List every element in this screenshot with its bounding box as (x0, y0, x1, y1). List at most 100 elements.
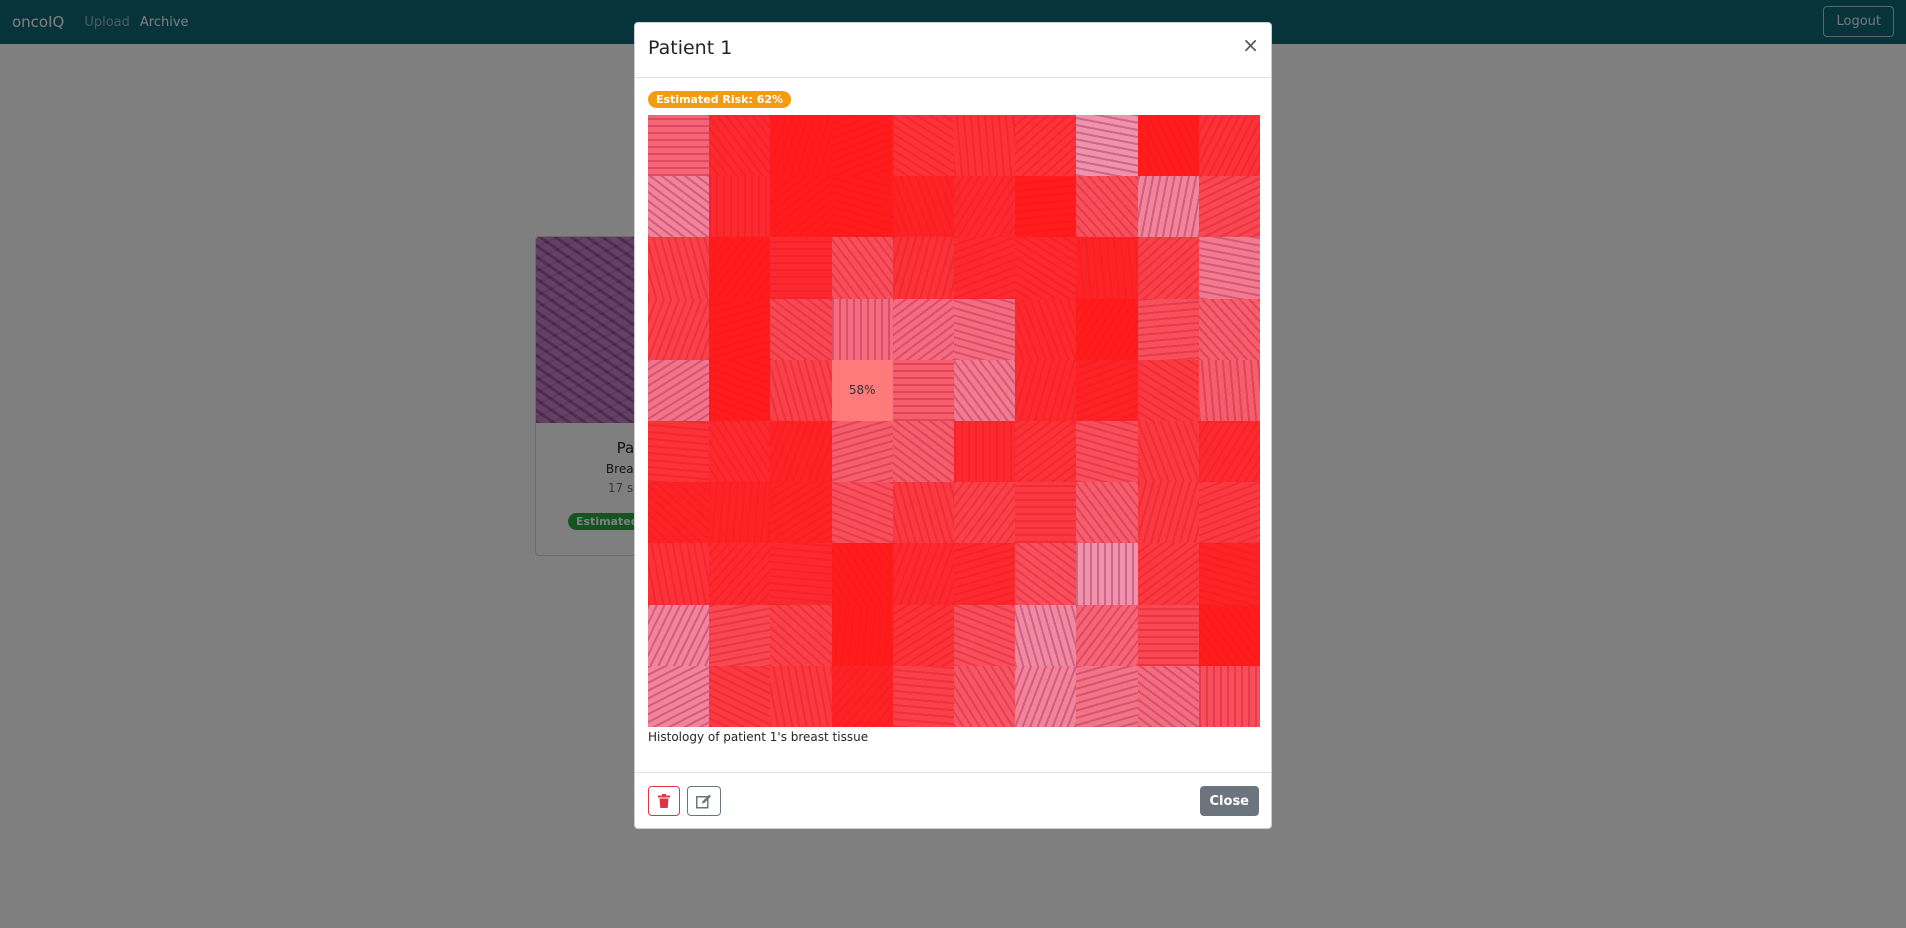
heatmap-tile[interactable] (770, 237, 832, 299)
heatmap-tile[interactable] (831, 237, 893, 299)
heatmap-tile[interactable] (892, 359, 954, 421)
heatmap-tile[interactable] (831, 115, 893, 177)
heatmap-tile[interactable] (954, 176, 1016, 238)
heatmap-tile[interactable] (1198, 176, 1260, 238)
delete-button[interactable] (648, 786, 680, 816)
heatmap-tile[interactable]: 58% (831, 359, 893, 421)
heatmap-tile[interactable] (1015, 237, 1077, 299)
heatmap-tile[interactable] (1198, 604, 1260, 666)
heatmap-tile[interactable] (892, 115, 954, 177)
heatmap-tile[interactable] (1198, 482, 1260, 544)
heatmap-tile[interactable] (954, 604, 1016, 666)
heatmap-tile[interactable] (892, 237, 954, 299)
heatmap-tile[interactable] (1015, 115, 1077, 177)
heatmap-tile[interactable] (831, 176, 893, 238)
heatmap-tile[interactable] (1137, 665, 1199, 727)
heatmap-tile[interactable] (954, 482, 1016, 544)
heatmap-tile[interactable] (1137, 115, 1199, 177)
heatmap-tile[interactable] (954, 543, 1016, 605)
heatmap-tile[interactable] (1137, 482, 1199, 544)
heatmap-tile[interactable] (648, 604, 710, 666)
heatmap-tile[interactable] (954, 237, 1016, 299)
heatmap-tile[interactable] (831, 604, 893, 666)
heatmap-tile[interactable] (892, 298, 954, 360)
heatmap-tile[interactable] (954, 298, 1016, 360)
heatmap-tile[interactable] (709, 115, 771, 177)
heatmap-tile[interactable] (1076, 665, 1138, 727)
heatmap-tile[interactable] (1015, 665, 1077, 727)
heatmap-tile[interactable] (831, 421, 893, 483)
heatmap-tile[interactable] (770, 604, 832, 666)
heatmap-tile[interactable] (1137, 237, 1199, 299)
heatmap-tile[interactable] (1198, 543, 1260, 605)
heatmap-tile[interactable] (709, 176, 771, 238)
heatmap-tile[interactable] (770, 482, 832, 544)
heatmap-tile[interactable] (648, 176, 710, 238)
heatmap-tile[interactable] (1198, 237, 1260, 299)
heatmap-tile[interactable] (709, 543, 771, 605)
heatmap-tile[interactable] (709, 237, 771, 299)
heatmap-tile[interactable] (1137, 176, 1199, 238)
heatmap-tile[interactable] (770, 298, 832, 360)
heatmap-tile[interactable] (770, 421, 832, 483)
heatmap-tile[interactable] (1015, 176, 1077, 238)
heatmap-tile[interactable] (1076, 176, 1138, 238)
heatmap-tile[interactable] (1015, 421, 1077, 483)
heatmap-tile[interactable] (648, 115, 710, 177)
heatmap-tile[interactable] (709, 604, 771, 666)
close-button[interactable]: Close (1199, 786, 1259, 816)
heatmap-tile[interactable] (1076, 237, 1138, 299)
heatmap-tile[interactable] (892, 665, 954, 727)
heatmap-tile[interactable] (709, 665, 771, 727)
heatmap-tile[interactable] (648, 543, 710, 605)
heatmap-tile[interactable] (1198, 115, 1260, 177)
heatmap-tile[interactable] (892, 543, 954, 605)
heatmap-tile[interactable] (648, 421, 710, 483)
heatmap-tile[interactable] (770, 115, 832, 177)
heatmap-tile[interactable] (831, 543, 893, 605)
heatmap-tile[interactable] (1076, 115, 1138, 177)
heatmap-tile[interactable] (1076, 298, 1138, 360)
heatmap-tile[interactable] (831, 298, 893, 360)
heatmap-tile[interactable] (1198, 359, 1260, 421)
heatmap-tile[interactable] (1137, 543, 1199, 605)
heatmap-tile[interactable] (954, 421, 1016, 483)
heatmap-tile[interactable] (648, 482, 710, 544)
heatmap-tile[interactable] (1137, 359, 1199, 421)
heatmap-tile[interactable] (770, 359, 832, 421)
heatmap-tile[interactable] (1076, 359, 1138, 421)
heatmap-tile[interactable] (954, 359, 1016, 421)
heatmap-tile[interactable] (1198, 665, 1260, 727)
heatmap-tile[interactable] (770, 176, 832, 238)
heatmap-tile[interactable] (954, 665, 1016, 727)
heatmap-tile[interactable] (892, 421, 954, 483)
heatmap-tile[interactable] (892, 176, 954, 238)
heatmap-tile[interactable] (770, 543, 832, 605)
heatmap-tile[interactable] (1137, 421, 1199, 483)
heatmap-tile[interactable] (648, 298, 710, 360)
heatmap-tile[interactable] (831, 482, 893, 544)
heatmap-tile[interactable] (770, 665, 832, 727)
heatmap-tile[interactable] (709, 421, 771, 483)
heatmap-tile[interactable] (892, 482, 954, 544)
heatmap-tile[interactable] (1076, 604, 1138, 666)
heatmap-tile[interactable] (831, 665, 893, 727)
heatmap-tile[interactable] (1076, 482, 1138, 544)
close-icon[interactable]: × (1242, 35, 1259, 55)
heatmap-tile[interactable] (1076, 543, 1138, 605)
heatmap-tile[interactable] (709, 298, 771, 360)
heatmap-tile[interactable] (648, 359, 710, 421)
heatmap-tile[interactable] (648, 665, 710, 727)
edit-button[interactable] (687, 786, 721, 816)
heatmap-tile[interactable] (1015, 359, 1077, 421)
heatmap-tile[interactable] (1198, 298, 1260, 360)
heatmap-tile[interactable] (1015, 604, 1077, 666)
heatmap-tile[interactable] (709, 482, 771, 544)
heatmap-tile[interactable] (1137, 604, 1199, 666)
heatmap-tile[interactable] (1137, 298, 1199, 360)
heatmap-tile[interactable] (1015, 482, 1077, 544)
heatmap-tile[interactable] (1198, 421, 1260, 483)
heatmap-tile[interactable] (1015, 543, 1077, 605)
heatmap-tile[interactable] (709, 359, 771, 421)
heatmap-tile[interactable] (954, 115, 1016, 177)
